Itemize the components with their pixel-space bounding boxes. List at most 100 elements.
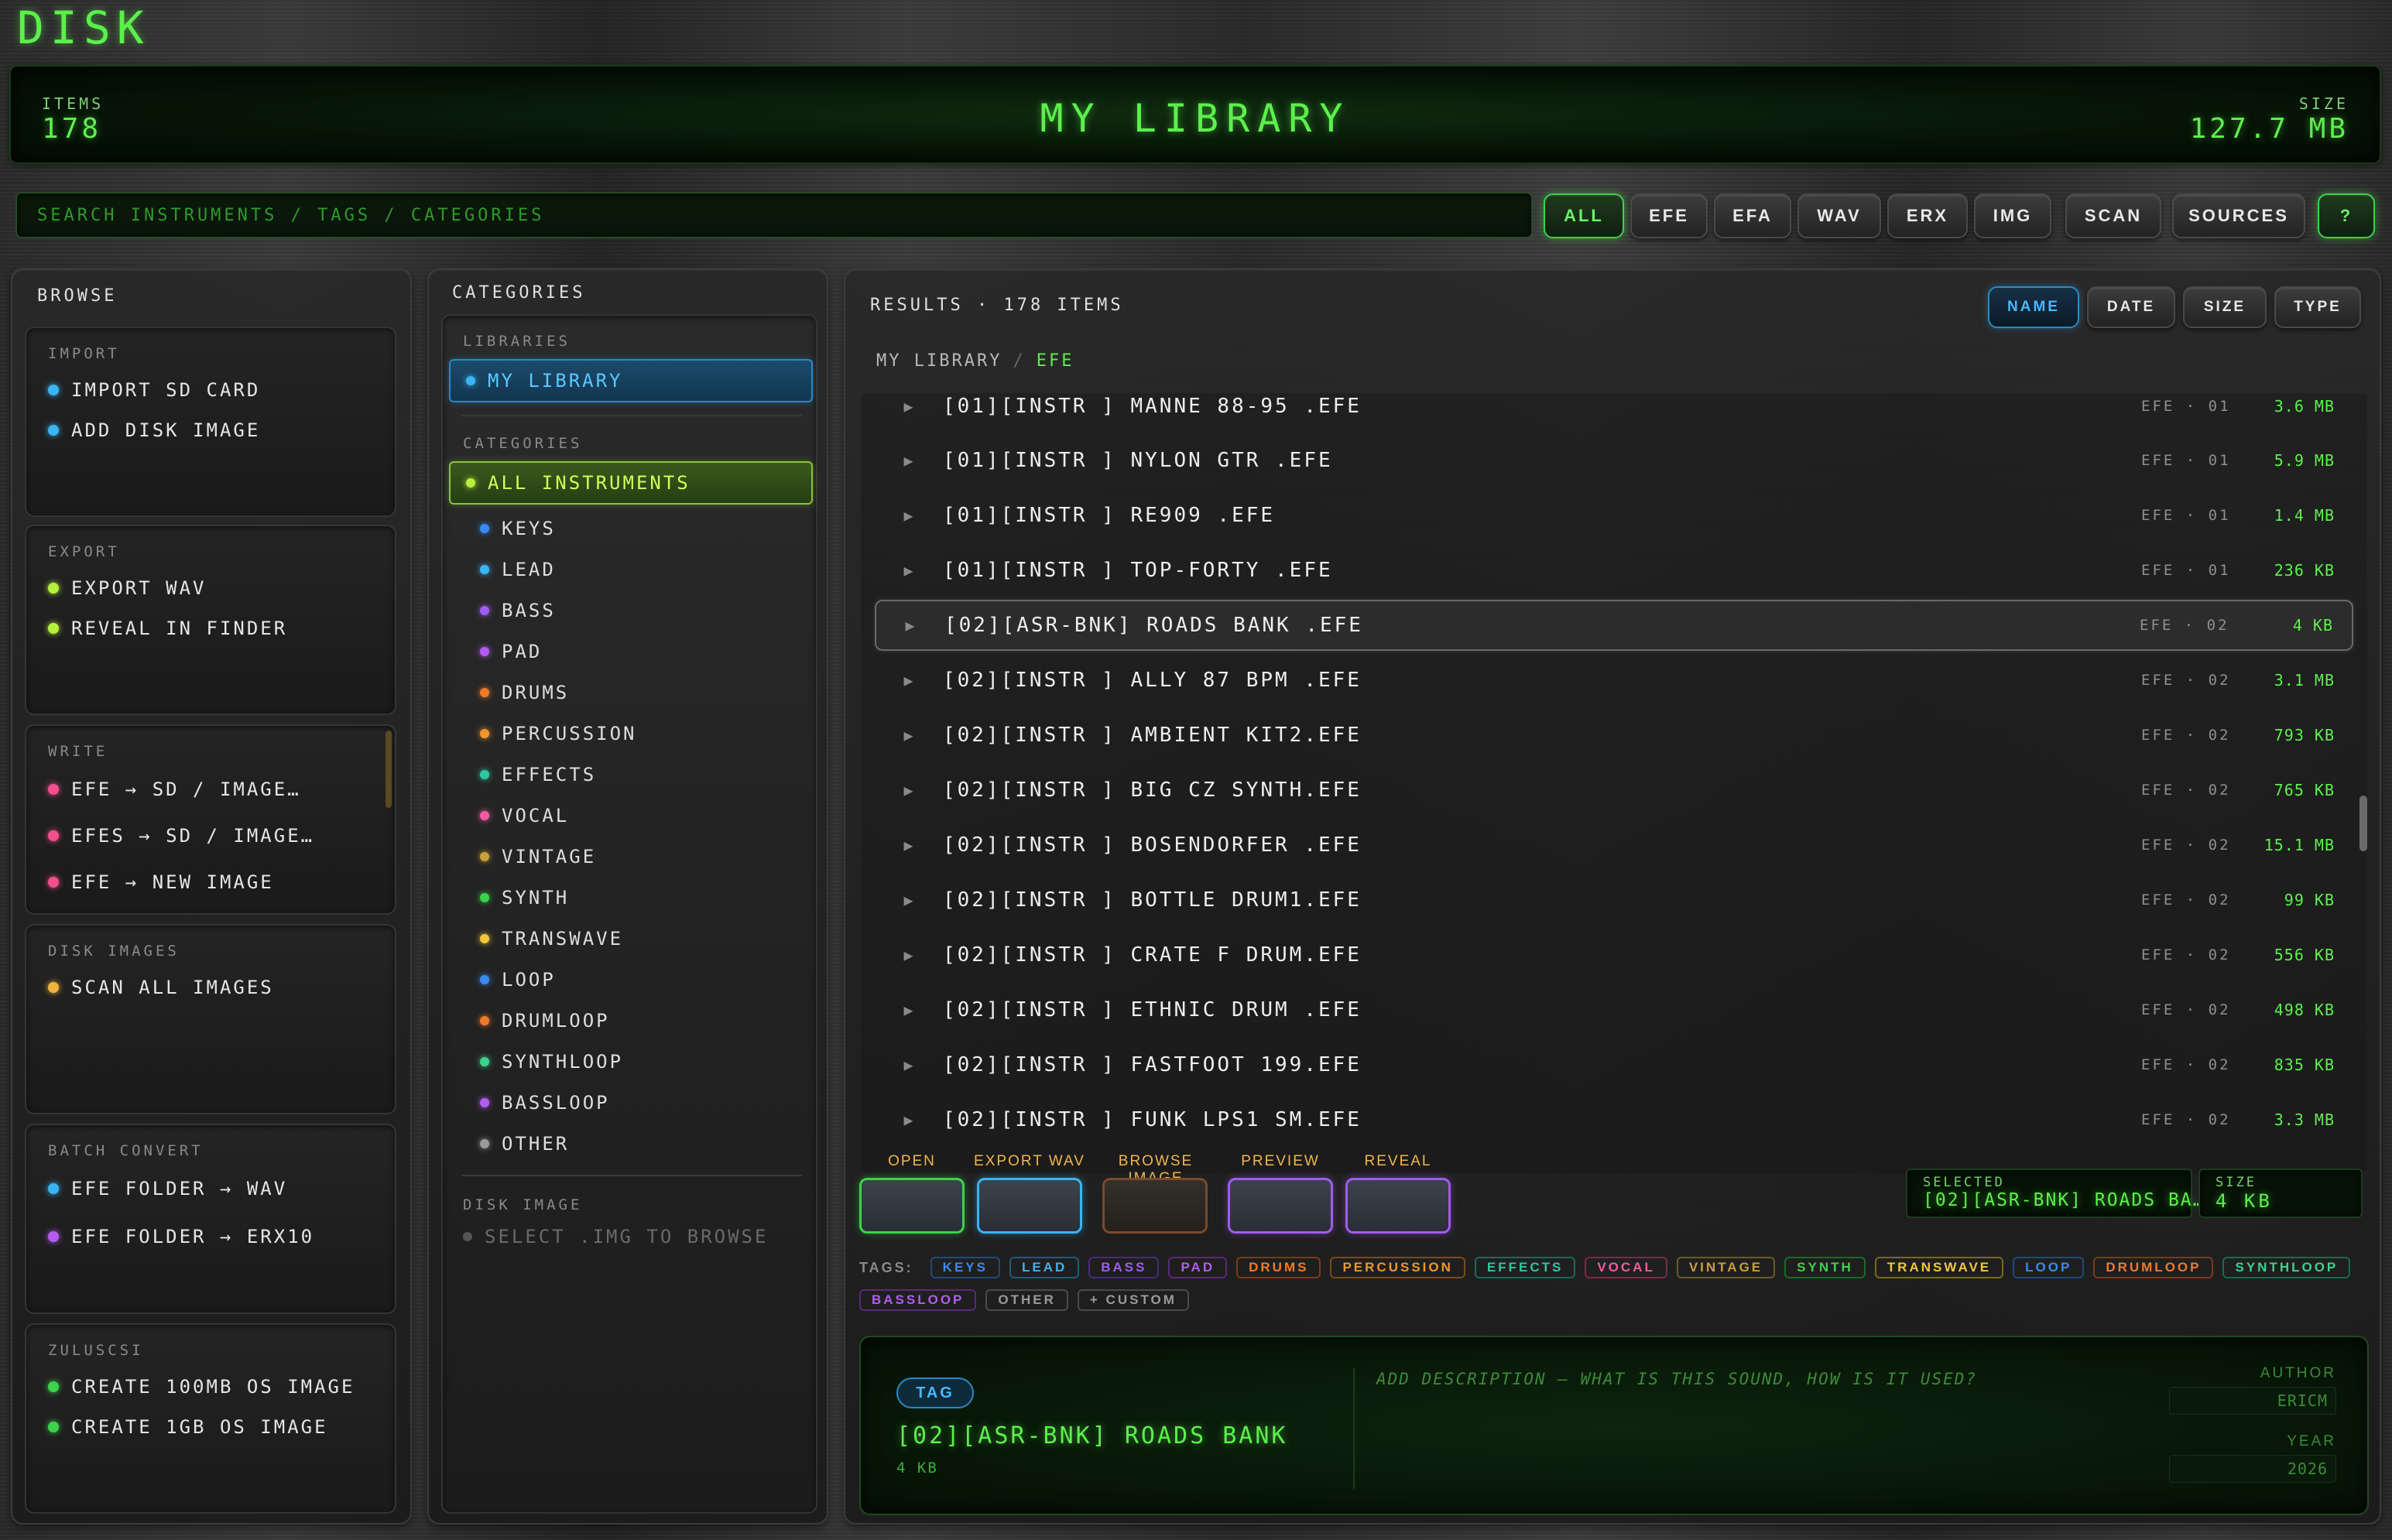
tag-loop[interactable]: LOOP — [2013, 1257, 2085, 1278]
play-icon[interactable]: ▶ — [890, 946, 929, 964]
reveal-button[interactable] — [1345, 1178, 1451, 1234]
category-vocal[interactable]: VOCAL — [443, 795, 819, 836]
file-row[interactable]: ▶ [01][INSTR ] RE909 .EFE EFE · 01 1.4 M… — [875, 490, 2353, 541]
search-input[interactable]: SEARCH INSTRUMENTS / TAGS / CATEGORIES — [15, 192, 1533, 238]
file-row-selected[interactable]: ▶ [02][ASR-BNK] ROADS BANK .EFE EFE · 02… — [875, 600, 2353, 651]
add-disk-image-button[interactable]: ADD DISK IMAGE — [48, 415, 260, 446]
tag-synth[interactable]: SYNTH — [1784, 1257, 1866, 1278]
filter-scan[interactable]: SCAN — [2065, 193, 2161, 238]
tag-drums[interactable]: DRUMS — [1236, 1257, 1321, 1278]
play-icon[interactable]: ▶ — [890, 1001, 929, 1019]
category-keys[interactable]: KEYS — [443, 508, 819, 549]
tag-effects[interactable]: EFFECTS — [1474, 1257, 1576, 1278]
filter-efa[interactable]: EFA — [1714, 193, 1791, 238]
filter-erx[interactable]: ERX — [1887, 193, 1968, 238]
category-effects[interactable]: EFFECTS — [443, 754, 819, 795]
file-row[interactable]: ▶ [01][INSTR ] MANNE 88-95 .EFE EFE · 01… — [875, 393, 2353, 432]
category-all-instruments[interactable]: ALL INSTRUMENTS — [449, 461, 813, 505]
tag-vocal[interactable]: VOCAL — [1585, 1257, 1667, 1278]
file-row[interactable]: ▶ [02][INSTR ] FASTFOOT 199.EFE EFE · 02… — [875, 1039, 2353, 1090]
filter-img[interactable]: IMG — [1974, 193, 2051, 238]
category-drumloop[interactable]: DRUMLOOP — [443, 1000, 819, 1041]
open-button[interactable] — [859, 1178, 965, 1234]
tag-bass[interactable]: BASS — [1088, 1257, 1160, 1278]
category-percussion[interactable]: PERCUSSION — [443, 713, 819, 754]
tag-bassloop[interactable]: BASSLOOP — [859, 1289, 977, 1311]
tag-drumloop[interactable]: DRUMLOOP — [2093, 1257, 2214, 1278]
help-button[interactable]: ? — [2318, 193, 2375, 238]
file-row[interactable]: ▶ [02][INSTR ] FUNK LPS1 SM.EFE EFE · 02… — [875, 1094, 2353, 1145]
tag-transwave[interactable]: TRANSWAVE — [1874, 1257, 2004, 1278]
category-pad[interactable]: PAD — [443, 631, 819, 672]
play-icon[interactable]: ▶ — [890, 836, 929, 854]
category-loop[interactable]: LOOP — [443, 959, 819, 1000]
play-icon[interactable]: ▶ — [890, 561, 929, 580]
sort-by-size-button[interactable]: SIZE — [2183, 286, 2267, 328]
file-row[interactable]: ▶ [02][INSTR ] BOTTLE DRUM1.EFE EFE · 02… — [875, 874, 2353, 926]
author-input[interactable]: ERICM — [2169, 1387, 2336, 1415]
play-icon[interactable]: ▶ — [890, 726, 929, 744]
preview-button[interactable] — [1228, 1178, 1333, 1234]
export-wav-action-button[interactable] — [977, 1178, 1082, 1234]
file-row[interactable]: ▶ [02][INSTR ] ALLY 87 BPM .EFE EFE · 02… — [875, 655, 2353, 706]
category-bassloop[interactable]: BASSLOOP — [443, 1082, 819, 1123]
reveal-in-finder-button[interactable]: REVEAL IN FINDER — [48, 613, 287, 644]
play-icon[interactable]: ▶ — [890, 1056, 929, 1074]
efe-to-new-image-button[interactable]: EFE → NEW IMAGE — [48, 867, 274, 898]
file-row[interactable]: ▶ [02][INSTR ] ETHNIC DRUM .EFE EFE · 02… — [875, 984, 2353, 1035]
efe-to-sd-button[interactable]: EFE → SD / IMAGE… — [48, 774, 301, 805]
file-list-scrollbar[interactable] — [2359, 796, 2367, 851]
tag-other[interactable]: OTHER — [985, 1289, 1068, 1311]
category-lead[interactable]: LEAD — [443, 549, 819, 590]
tag-pad[interactable]: PAD — [1168, 1257, 1228, 1278]
sort-by-date-button[interactable]: DATE — [2087, 286, 2175, 328]
tag-badge[interactable]: TAG — [896, 1377, 974, 1408]
play-icon[interactable]: ▶ — [890, 451, 929, 470]
play-icon[interactable]: ▶ — [890, 671, 929, 690]
category-bass[interactable]: BASS — [443, 590, 819, 631]
write-group-scrollbar[interactable] — [386, 731, 392, 808]
file-row[interactable]: ▶ [01][INSTR ] NYLON GTR .EFE EFE · 01 5… — [875, 435, 2353, 486]
efe-folder-to-erx10-button[interactable]: EFE FOLDER → ERX10 — [48, 1221, 314, 1252]
play-icon[interactable]: ▶ — [890, 891, 929, 909]
efe-folder-to-wav-button[interactable]: EFE FOLDER → WAV — [48, 1173, 287, 1204]
play-icon[interactable]: ▶ — [890, 781, 929, 799]
create-100mb-image-button[interactable]: CREATE 100MB OS IMAGE — [48, 1371, 355, 1402]
file-row[interactable]: ▶ [01][INSTR ] TOP-FORTY .EFE EFE · 01 2… — [875, 545, 2353, 596]
description-input[interactable]: ADD DESCRIPTION — WHAT IS THIS SOUND, HO… — [1376, 1370, 2150, 1486]
create-1gb-image-button[interactable]: CREATE 1GB OS IMAGE — [48, 1412, 328, 1442]
tag-keys[interactable]: KEYS — [930, 1257, 1000, 1278]
file-row[interactable]: ▶ [02][INSTR ] BOSENDORFER .EFE EFE · 02… — [875, 820, 2353, 871]
category-other[interactable]: OTHER — [443, 1123, 819, 1164]
import-sd-card-button[interactable]: IMPORT SD CARD — [48, 375, 260, 406]
play-icon[interactable]: ▶ — [890, 1111, 929, 1129]
file-row[interactable]: ▶ [02][INSTR ] AMBIENT KIT2.EFE EFE · 02… — [875, 710, 2353, 761]
play-icon[interactable]: ▶ — [890, 397, 929, 416]
export-wav-button[interactable]: EXPORT WAV — [48, 573, 207, 604]
filter-efe[interactable]: EFE — [1630, 193, 1708, 238]
category-transwave[interactable]: TRANSWAVE — [443, 918, 819, 959]
sort-by-name-button[interactable]: NAME — [1988, 286, 2079, 328]
add-custom-tag-button[interactable]: + CUSTOM — [1077, 1289, 1189, 1311]
browse-image-button[interactable] — [1102, 1178, 1208, 1234]
tag-vintage[interactable]: VINTAGE — [1676, 1257, 1776, 1278]
tag-percussion[interactable]: PERCUSSION — [1330, 1257, 1465, 1278]
scan-all-images-button[interactable]: SCAN ALL IMAGES — [48, 972, 274, 1003]
category-synth[interactable]: SYNTH — [443, 877, 819, 918]
file-row[interactable]: ▶ [02][INSTR ] BIG CZ SYNTH.EFE EFE · 02… — [875, 765, 2353, 816]
tag-synthloop[interactable]: SYNTHLOOP — [2222, 1257, 2351, 1278]
category-vintage[interactable]: VINTAGE — [443, 836, 819, 877]
library-item-my-library[interactable]: MY LIBRARY — [449, 359, 813, 402]
filter-sources[interactable]: SOURCES — [2172, 193, 2305, 238]
breadcrumb-root[interactable]: MY LIBRARY — [876, 351, 1002, 371]
filter-wav[interactable]: WAV — [1797, 193, 1881, 238]
play-icon[interactable]: ▶ — [892, 616, 930, 635]
file-row[interactable]: ▶ [02][INSTR ] CRATE F DRUM.EFE EFE · 02… — [875, 929, 2353, 980]
category-drums[interactable]: DRUMS — [443, 672, 819, 713]
year-input[interactable]: 2026 — [2169, 1455, 2336, 1483]
sort-by-type-button[interactable]: TYPE — [2274, 286, 2361, 328]
play-icon[interactable]: ▶ — [890, 506, 929, 525]
filter-all[interactable]: ALL — [1544, 193, 1624, 238]
tag-lead[interactable]: LEAD — [1009, 1257, 1080, 1278]
efes-to-sd-button[interactable]: EFES → SD / IMAGE… — [48, 820, 314, 851]
